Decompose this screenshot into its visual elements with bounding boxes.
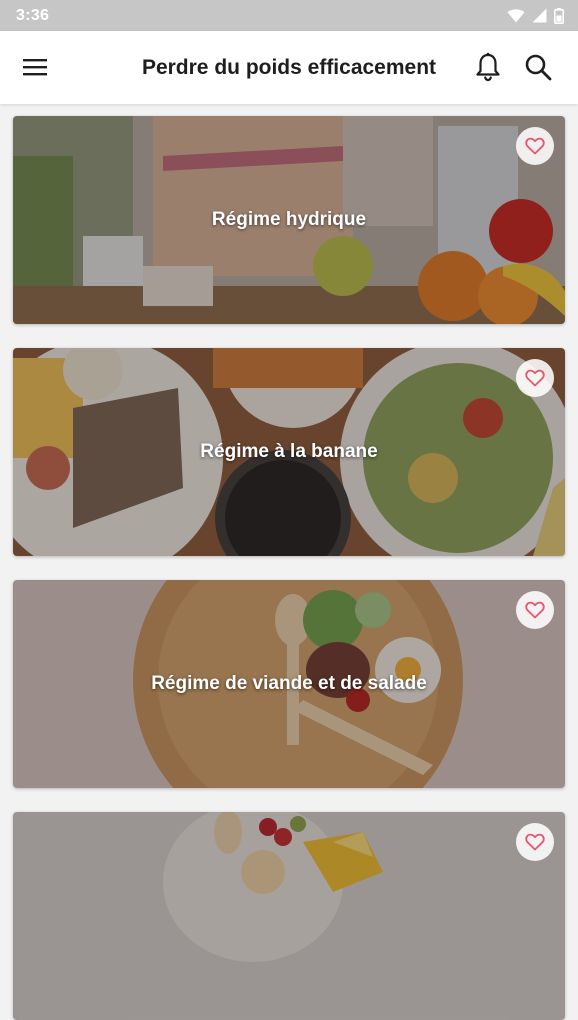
status-time: 3:36: [16, 6, 50, 24]
diet-card[interactable]: Régime hydrique: [13, 116, 565, 324]
diet-card[interactable]: [13, 812, 565, 1020]
search-icon: [525, 54, 552, 81]
search-button[interactable]: [516, 45, 560, 89]
menu-button[interactable]: [13, 45, 57, 89]
favorite-button[interactable]: [516, 359, 554, 397]
diet-title: [13, 812, 565, 1020]
favorite-button[interactable]: [516, 127, 554, 165]
cellular-icon: [532, 8, 547, 23]
diet-card[interactable]: Régime de viande et de salade: [13, 580, 565, 788]
diet-card[interactable]: Régime à la banane: [13, 348, 565, 556]
bell-icon: [476, 52, 500, 82]
app-bar: Perdre du poids efficacement: [0, 31, 578, 104]
battery-icon: [554, 7, 564, 24]
hamburger-menu-icon: [23, 59, 47, 76]
diet-title: Régime de viande et de salade: [151, 673, 427, 694]
favorite-button[interactable]: [516, 591, 554, 629]
favorite-button[interactable]: [516, 823, 554, 861]
wifi-icon: [507, 8, 525, 22]
heart-outline-icon: [525, 137, 545, 155]
diet-title: Régime hydrique: [211, 209, 367, 230]
heart-outline-icon: [525, 601, 545, 619]
heart-outline-icon: [525, 833, 545, 851]
status-icons: [507, 7, 564, 24]
heart-outline-icon: [525, 369, 545, 387]
status-bar: 3:36: [0, 0, 578, 31]
notifications-button[interactable]: [466, 45, 510, 89]
diet-title: Régime à la banane: [200, 441, 378, 462]
